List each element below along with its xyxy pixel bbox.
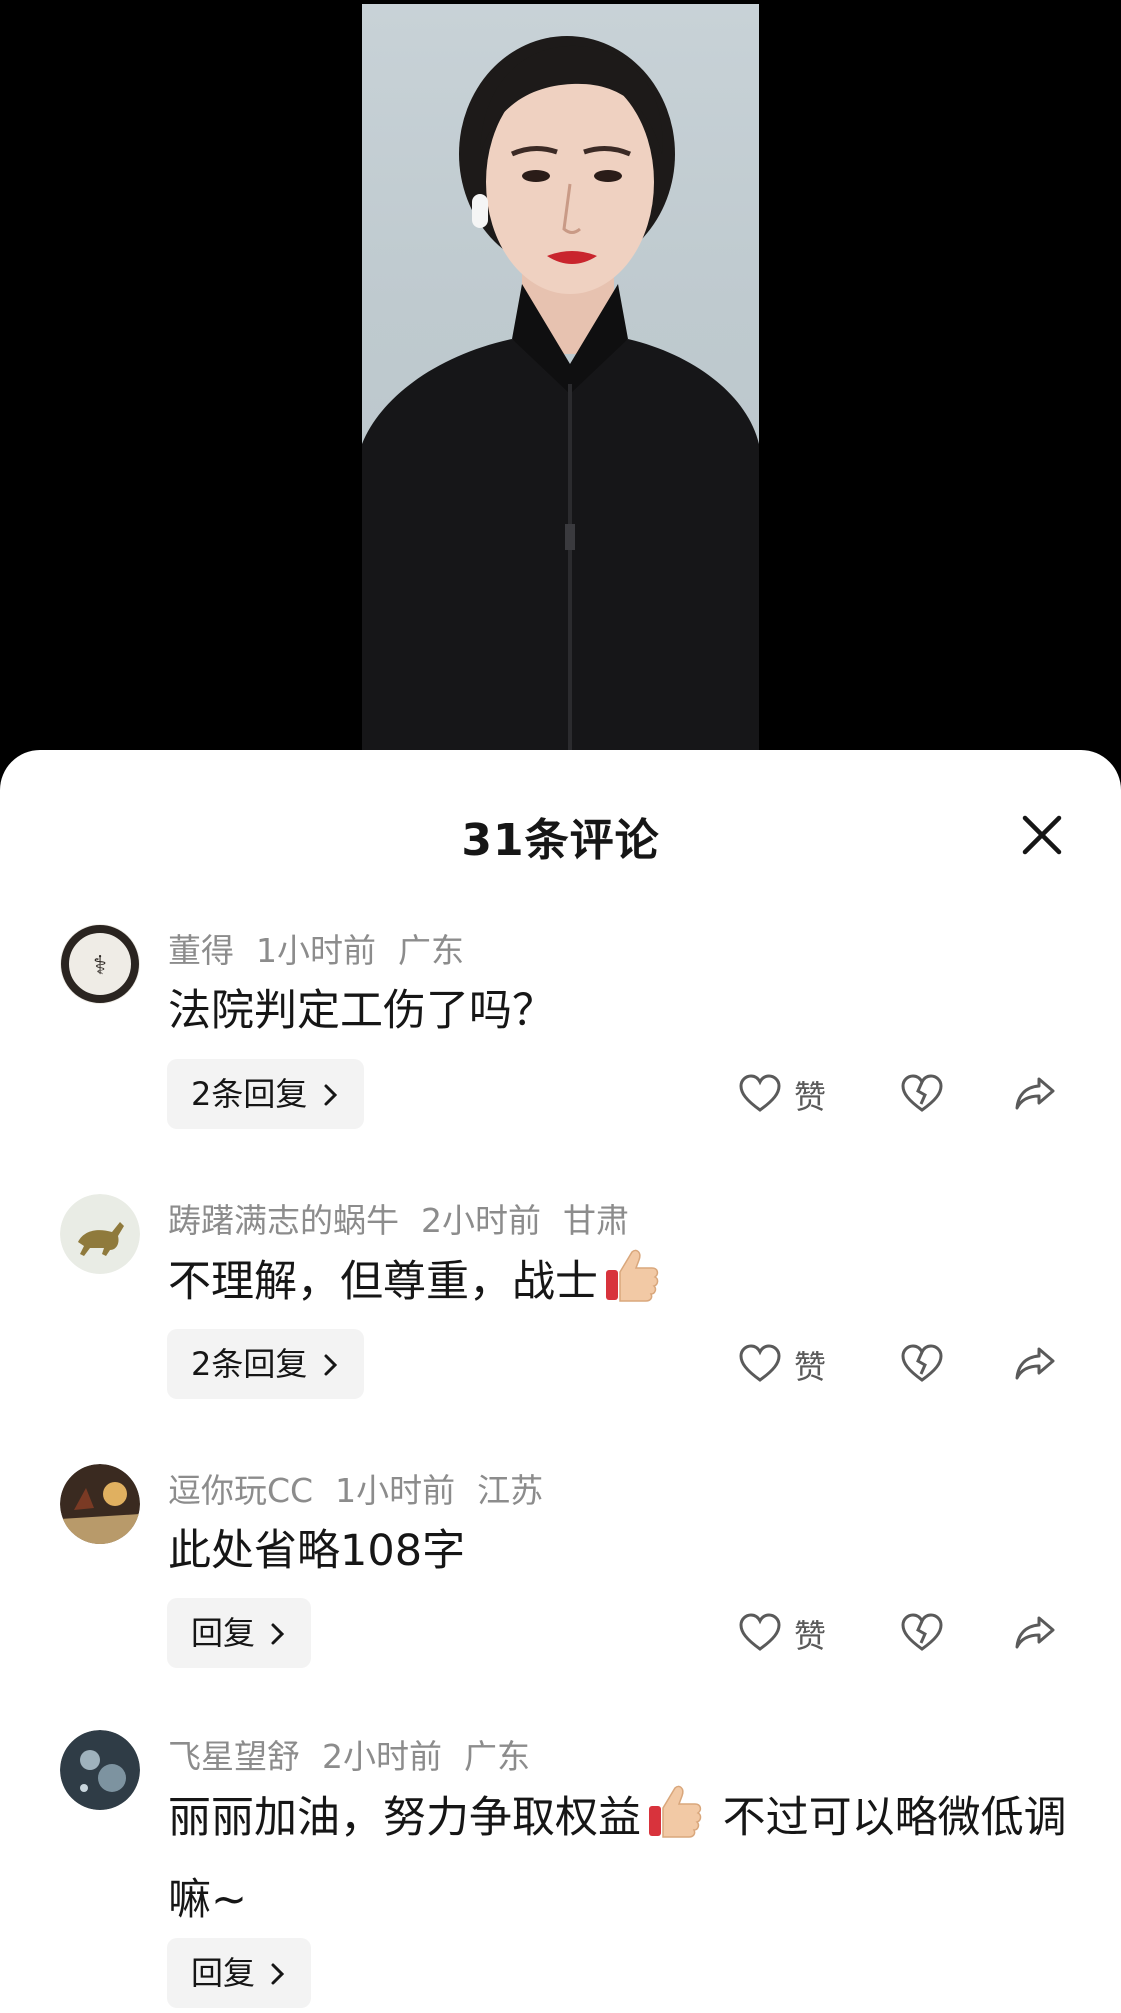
comment-meta: 飞星望舒 2小时前 广东 xyxy=(168,1730,552,1778)
comment-text-part: 丽丽加油，努力争取权益 xyxy=(168,1793,641,1843)
comment-actions: 赞 xyxy=(0,1604,1121,1664)
like-label: 赞 xyxy=(794,1617,827,1655)
dislike-button[interactable] xyxy=(900,1065,944,1125)
broken-heart-icon xyxy=(900,1343,944,1387)
broken-heart-icon xyxy=(900,1073,944,1117)
share-icon xyxy=(1013,1073,1057,1117)
share-button[interactable] xyxy=(1013,1065,1057,1125)
comment-text: 不理解，但尊重，战士 xyxy=(168,1244,1068,1327)
heart-icon xyxy=(738,1612,782,1656)
comment-text: 丽丽加油，努力争取权益 不过可以略微低调嘛~ xyxy=(168,1780,1068,1937)
comment-actions: 赞 xyxy=(0,1335,1121,1395)
username[interactable]: 董得 xyxy=(168,931,234,970)
timestamp: 1小时前 xyxy=(256,931,376,970)
username[interactable]: 踌躇满志的蜗牛 xyxy=(168,1201,399,1240)
dislike-button[interactable] xyxy=(900,1604,944,1664)
close-icon[interactable] xyxy=(1019,812,1065,858)
broken-heart-icon xyxy=(900,1612,944,1656)
like-label: 赞 xyxy=(794,1348,827,1386)
avatar[interactable] xyxy=(60,1730,140,1810)
comment-actions: 赞 xyxy=(0,1065,1121,1125)
timestamp: 2小时前 xyxy=(421,1201,541,1240)
avatar[interactable] xyxy=(60,1464,140,1544)
svg-text:⚕: ⚕ xyxy=(93,951,107,981)
reply-button[interactable]: 回复 xyxy=(167,1938,312,2008)
comment-meta: 逗你玩CC 1小时前 江苏 xyxy=(168,1464,565,1512)
timestamp: 2小时前 xyxy=(322,1737,442,1776)
comment-text: 法院判定工伤了吗？ xyxy=(168,986,555,1036)
region: 广东 xyxy=(464,1737,530,1776)
portrait-illustration xyxy=(362,36,759,750)
avatar[interactable] xyxy=(60,1194,140,1274)
comment-text: 此处省略108字 xyxy=(168,1526,466,1576)
comment-meta: 踌躇满志的蜗牛 2小时前 甘肃 xyxy=(168,1194,651,1242)
heart-icon xyxy=(738,1343,782,1387)
username[interactable]: 飞星望舒 xyxy=(168,1737,300,1776)
video-area[interactable] xyxy=(0,0,1121,760)
avatar[interactable]: ⚕ xyxy=(60,924,140,1004)
region: 江苏 xyxy=(477,1471,544,1510)
share-icon xyxy=(1013,1343,1057,1387)
reply-label: 回复 xyxy=(191,1954,256,1992)
like-button[interactable]: 赞 xyxy=(738,1335,826,1395)
heart-icon xyxy=(738,1073,782,1117)
timestamp: 1小时前 xyxy=(335,1471,456,1510)
share-icon xyxy=(1013,1612,1057,1656)
chevron-right-icon xyxy=(265,1954,287,1992)
like-button[interactable]: 赞 xyxy=(738,1604,826,1664)
share-button[interactable] xyxy=(1013,1604,1057,1664)
video-frame[interactable] xyxy=(362,4,759,750)
like-label: 赞 xyxy=(794,1078,827,1116)
share-button[interactable] xyxy=(1013,1335,1057,1395)
comment-meta: 董得 1小时前 广东 xyxy=(168,924,486,972)
dislike-button[interactable] xyxy=(900,1335,944,1395)
sheet-header: 31条评论 xyxy=(0,750,1121,920)
comment-count-title: 31条评论 xyxy=(461,815,660,866)
thumbs-up-emoji-icon xyxy=(645,1780,705,1863)
comment-sheet: 31条评论 ⚕ 董得 1小时前 广东 法院判定工伤了吗？ 2条回复 赞 踌躇满志… xyxy=(0,750,1121,2013)
username[interactable]: 逗你玩CC xyxy=(168,1471,313,1510)
comment-text-body: 不理解，但尊重，战士 xyxy=(168,1257,598,1307)
region: 甘肃 xyxy=(563,1201,629,1240)
like-button[interactable]: 赞 xyxy=(738,1065,826,1125)
thumbs-up-emoji-icon xyxy=(602,1244,662,1327)
region: 广东 xyxy=(398,931,464,970)
